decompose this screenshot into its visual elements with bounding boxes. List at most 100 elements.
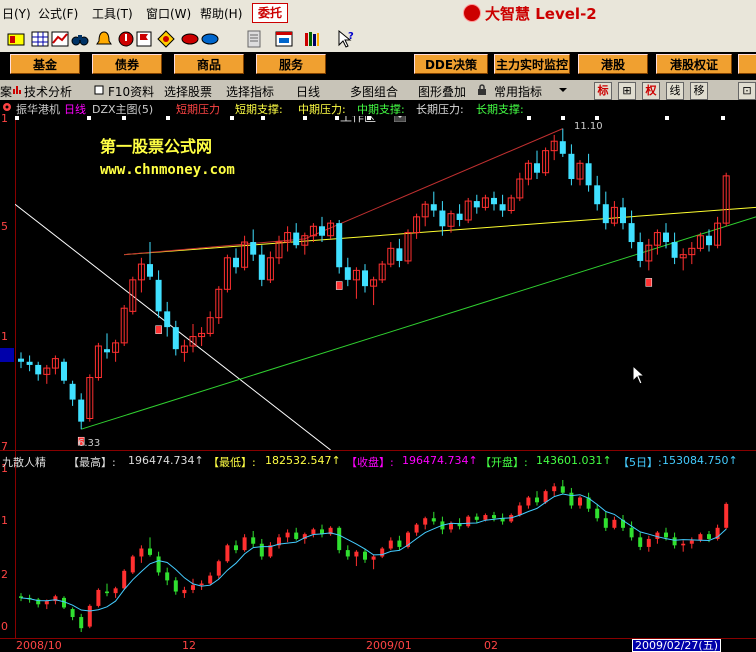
commodity-button[interactable]: 商品: [174, 54, 244, 74]
mid-support-label: 中期支撑:: [357, 103, 405, 116]
bond-button[interactable]: 债券: [92, 54, 162, 74]
indicator-bar: [139, 548, 144, 557]
quote-icon[interactable]: [6, 29, 26, 49]
indicator-bar: [122, 570, 127, 589]
top-dot-marker: [303, 116, 307, 120]
date-tick: 2008/10: [16, 639, 62, 652]
pressure-line: [124, 238, 305, 256]
indicator-bar: [208, 575, 213, 584]
indicator-bar: [337, 527, 342, 551]
document-icon[interactable]: [244, 29, 264, 49]
tab-multi-chart[interactable]: 多图组合: [350, 83, 398, 100]
indicator-bar: [431, 518, 436, 522]
tool-zoom[interactable]: ⊡: [738, 82, 756, 100]
dde-decision-button[interactable]: DDE决策: [414, 54, 488, 74]
dropdown-arrow-icon[interactable]: [558, 85, 568, 95]
indicator-bar: [165, 572, 170, 581]
menu-item-help[interactable]: 帮助(H): [200, 5, 242, 22]
price-marker: [0, 348, 14, 362]
diamond-icon[interactable]: [156, 29, 176, 49]
indicator-bar: [569, 492, 574, 506]
candle-body: [18, 358, 24, 362]
settings-gear-icon[interactable]: [2, 102, 12, 112]
indicator-bar: [388, 540, 393, 549]
indicator-bar: [130, 556, 135, 573]
flag-icon[interactable]: [134, 29, 154, 49]
ellipse-blue-icon[interactable]: [200, 29, 220, 49]
more-button[interactable]: [738, 54, 756, 74]
toolbar: ?: [0, 26, 756, 53]
indicator-chart[interactable]: [15, 470, 756, 638]
close-label: 【收盘】:: [346, 456, 394, 469]
top-dot-marker: [261, 116, 265, 120]
indicator-bar: [578, 497, 582, 506]
tool-line[interactable]: 线: [666, 82, 684, 100]
help-pointer-icon[interactable]: ?: [336, 29, 356, 49]
hk-stock-button[interactable]: 港股: [578, 54, 648, 74]
candle-body: [233, 257, 239, 268]
signal-marker: [645, 278, 653, 287]
indicator-bar: [87, 605, 92, 627]
tool-move[interactable]: 移: [690, 82, 708, 100]
tool-rights[interactable]: 权: [642, 82, 660, 100]
current-date-label: 2009/02/27(五): [632, 639, 721, 652]
candle-body: [61, 361, 67, 381]
indicator-bar: [560, 486, 565, 493]
logo-level: Level-2: [535, 5, 597, 23]
indicator-bar: [311, 529, 316, 535]
indicator-bar: [595, 508, 600, 519]
svg-text:?: ?: [348, 31, 354, 42]
entrust-button[interactable]: 委托: [252, 3, 288, 23]
tab-bar: 案 技术分析 F10资料 选择股票 选择指标 日线 多图组合 图形叠加 常用指标…: [0, 80, 756, 100]
menu-item-window[interactable]: 窗口(W): [146, 5, 191, 22]
grid-icon[interactable]: [30, 29, 50, 49]
tool-crosshair[interactable]: ⊞: [618, 82, 636, 100]
menu-item-formula[interactable]: 公式(F): [38, 5, 78, 22]
ellipse-red-icon[interactable]: [180, 29, 200, 49]
window-icon[interactable]: [274, 29, 294, 49]
candle-body: [473, 201, 480, 208]
fund-button[interactable]: 基金: [10, 54, 80, 74]
tool-mark[interactable]: 标: [594, 82, 612, 100]
candle-body: [534, 163, 540, 173]
candle-body: [164, 311, 171, 328]
chart-icon[interactable]: [50, 29, 70, 49]
tab-select-stock[interactable]: 选择股票: [164, 83, 212, 100]
pressure-line: [304, 128, 563, 240]
indicator-bar: [483, 515, 488, 520]
top-dot-marker: [367, 116, 371, 120]
logo-brand: 大智慧: [485, 5, 531, 23]
long-support-label: 长期支撑:: [476, 103, 524, 116]
indicator-bar: [44, 601, 49, 605]
books-icon[interactable]: [302, 29, 322, 49]
indicator-bar: [707, 534, 711, 539]
indicator-bar: [113, 588, 118, 594]
indicator-bar: [655, 532, 660, 539]
tab-select-indicator[interactable]: 选择指标: [226, 83, 274, 100]
candle-body: [585, 163, 592, 186]
tab-common-indicator[interactable]: 常用指标: [494, 83, 542, 100]
hk-warrant-button[interactable]: 港股权证: [656, 54, 732, 74]
tab-technical-analysis[interactable]: 技术分析: [24, 83, 72, 100]
tab-overlay[interactable]: 图形叠加: [418, 83, 466, 100]
bell-icon[interactable]: [94, 29, 114, 49]
tab-f10-data[interactable]: F10资料: [108, 83, 154, 100]
date-tick: 2009/01: [366, 639, 412, 652]
alert-icon[interactable]: [116, 29, 136, 49]
sub-y-tick: 1: [1, 514, 8, 527]
service-button[interactable]: 服务: [256, 54, 326, 74]
binoculars-icon[interactable]: [70, 29, 90, 49]
main-force-monitor-button[interactable]: 主力实时监控: [494, 54, 570, 74]
indicator-bar: [414, 524, 419, 533]
tab-daily[interactable]: 日线: [296, 83, 320, 100]
candle-body: [594, 185, 601, 205]
menu-item-1[interactable]: 日(Y): [2, 5, 31, 22]
candle-body: [258, 254, 265, 280]
indicator-bar: [698, 534, 703, 541]
indicator-bar: [345, 550, 350, 557]
tab-case[interactable]: 案: [0, 83, 12, 100]
indicator-bar: [251, 537, 256, 544]
sub-y-tick: 2: [1, 568, 8, 581]
indicator-bar: [225, 545, 230, 562]
menu-item-tools[interactable]: 工具(T): [92, 5, 133, 22]
